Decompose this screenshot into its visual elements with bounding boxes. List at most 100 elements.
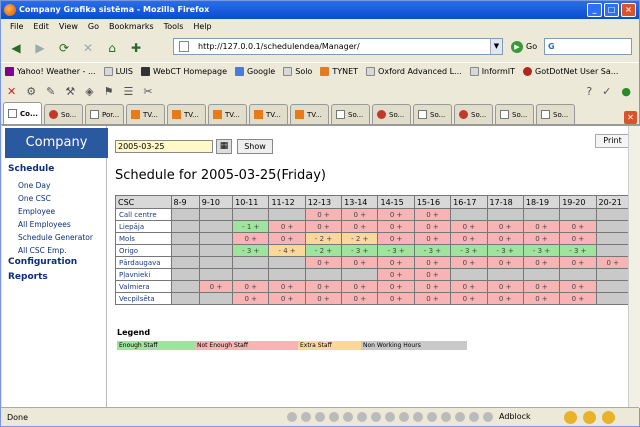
csc-name-link[interactable]: Valmiera: [115, 280, 172, 293]
staff-count-control[interactable]: 0 +: [354, 295, 367, 303]
schedule-cell[interactable]: 0 +: [413, 268, 452, 281]
nav-reports[interactable]: Reports: [8, 272, 48, 282]
google-search-input[interactable]: G: [544, 38, 632, 55]
menu-view[interactable]: View: [54, 19, 83, 34]
staff-count-control[interactable]: 0 +: [499, 295, 512, 303]
staff-count-control[interactable]: 0 +: [245, 283, 258, 291]
schedule-cell[interactable]: 0 +: [232, 232, 270, 245]
go-button[interactable]: ▶ Go: [511, 39, 537, 55]
schedule-cell[interactable]: - 2 +: [304, 232, 343, 245]
schedule-cell[interactable]: 0 +: [559, 292, 597, 305]
staff-count-control[interactable]: 0 +: [499, 235, 512, 243]
tool-icon[interactable]: ◈: [85, 85, 93, 98]
control-icon[interactable]: [385, 412, 395, 422]
tool-icon[interactable]: ☰: [124, 85, 134, 98]
schedule-cell[interactable]: 0 +: [486, 232, 524, 245]
options-icon[interactable]: ✓: [602, 85, 611, 98]
schedule-cell[interactable]: 0 +: [304, 292, 343, 305]
staff-count-control[interactable]: - 2 +: [315, 235, 332, 243]
stop-icon[interactable]: ✕: [77, 37, 99, 59]
reload-icon[interactable]: ⟳: [53, 37, 75, 59]
nav-employee[interactable]: Employee: [18, 207, 55, 216]
schedule-cell[interactable]: 0 +: [198, 280, 234, 293]
print-button[interactable]: Print: [595, 134, 630, 148]
tool-icon[interactable]: ✂: [143, 85, 152, 98]
schedule-cell[interactable]: 0 +: [486, 220, 524, 233]
nav-configuration[interactable]: Configuration: [8, 257, 77, 267]
schedule-cell[interactable]: 0 +: [377, 280, 415, 293]
tab-company[interactable]: Co...: [3, 102, 42, 124]
schedule-cell[interactable]: 0 +: [413, 208, 452, 221]
control-icon[interactable]: [329, 412, 339, 422]
bookmark-oxford[interactable]: Oxford Advanced L...: [366, 67, 462, 76]
staff-count-control[interactable]: 0 +: [572, 295, 585, 303]
url-dropdown-icon[interactable]: ▼: [490, 39, 502, 54]
staff-count-control[interactable]: 0 +: [354, 211, 367, 219]
staff-count-control[interactable]: 0 +: [281, 283, 294, 291]
schedule-cell[interactable]: 0 +: [522, 220, 561, 233]
staff-count-control[interactable]: 0 +: [463, 259, 476, 267]
staff-count-control[interactable]: 0 +: [463, 283, 476, 291]
bookmark-gotdotnet[interactable]: GotDotNet User Sa...: [523, 67, 618, 76]
staff-count-control[interactable]: 0 +: [426, 259, 439, 267]
tool-icon[interactable]: ✎: [46, 85, 55, 98]
url-bar[interactable]: http://127.0.0.1/schedulendea/Manager/ ▼: [173, 38, 503, 55]
schedule-cell[interactable]: 0 +: [559, 280, 597, 293]
nav-schedule-generator[interactable]: Schedule Generator: [18, 233, 93, 242]
staff-count-control[interactable]: 0 +: [426, 223, 439, 231]
staff-count-control[interactable]: 0 +: [281, 235, 294, 243]
staff-count-control[interactable]: 0 +: [317, 259, 330, 267]
schedule-cell[interactable]: - 3 +: [450, 244, 488, 257]
tab-so[interactable]: So...: [372, 104, 411, 124]
staff-count-control[interactable]: 0 +: [607, 259, 620, 267]
bookmark-page-icon[interactable]: ✚: [125, 37, 147, 59]
schedule-cell[interactable]: 0 +: [486, 256, 524, 269]
schedule-cell[interactable]: 0 +: [304, 208, 343, 221]
control-icon[interactable]: [287, 412, 297, 422]
control-icon[interactable]: [469, 412, 479, 422]
staff-count-control[interactable]: 0 +: [354, 223, 367, 231]
staff-count-control[interactable]: 0 +: [426, 271, 439, 279]
csc-name-link[interactable]: Liepāja: [115, 220, 172, 233]
staff-count-control[interactable]: 0 +: [463, 223, 476, 231]
schedule-cell[interactable]: 0 +: [304, 280, 343, 293]
adblock-label[interactable]: Adblock: [499, 412, 531, 421]
staff-count-control[interactable]: 0 +: [390, 223, 403, 231]
gear-icon[interactable]: [583, 411, 596, 424]
staff-count-control[interactable]: - 3 +: [533, 247, 550, 255]
schedule-cell[interactable]: - 4 +: [268, 244, 306, 257]
staff-count-control[interactable]: 0 +: [535, 223, 548, 231]
schedule-cell[interactable]: 0 +: [522, 256, 561, 269]
schedule-cell[interactable]: 0 +: [377, 268, 415, 281]
status-ok-icon[interactable]: ●: [621, 85, 631, 98]
schedule-cell[interactable]: 0 +: [559, 256, 597, 269]
control-icon[interactable]: [455, 412, 465, 422]
staff-count-control[interactable]: - 3 +: [388, 247, 405, 255]
bookmark-google[interactable]: Google: [235, 67, 275, 76]
schedule-cell[interactable]: 0 +: [450, 292, 488, 305]
staff-count-control[interactable]: 0 +: [535, 295, 548, 303]
staff-count-control[interactable]: 0 +: [317, 211, 330, 219]
staff-count-control[interactable]: 0 +: [426, 295, 439, 303]
date-input[interactable]: 2005-03-25: [115, 140, 213, 153]
schedule-cell[interactable]: 0 +: [559, 232, 597, 245]
schedule-cell[interactable]: 0 +: [232, 280, 270, 293]
schedule-cell[interactable]: 0 +: [268, 280, 306, 293]
schedule-cell[interactable]: 0 +: [413, 280, 452, 293]
vertical-scrollbar[interactable]: [628, 126, 640, 408]
schedule-cell[interactable]: 0 +: [341, 280, 379, 293]
staff-count-control[interactable]: 0 +: [535, 283, 548, 291]
staff-count-control[interactable]: 0 +: [572, 235, 585, 243]
tab-so[interactable]: So...: [536, 104, 575, 124]
nav-one-csc[interactable]: One CSC: [18, 194, 51, 203]
control-icon[interactable]: [427, 412, 437, 422]
schedule-cell[interactable]: - 3 +: [341, 244, 379, 257]
schedule-cell[interactable]: - 3 +: [559, 244, 597, 257]
schedule-cell[interactable]: - 3 +: [232, 244, 270, 257]
menu-go[interactable]: Go: [83, 19, 104, 34]
staff-count-control[interactable]: 0 +: [390, 295, 403, 303]
home-icon[interactable]: ⌂: [101, 37, 123, 59]
schedule-cell[interactable]: 0 +: [450, 280, 488, 293]
schedule-cell[interactable]: 0 +: [486, 292, 524, 305]
menu-bookmarks[interactable]: Bookmarks: [104, 19, 159, 34]
